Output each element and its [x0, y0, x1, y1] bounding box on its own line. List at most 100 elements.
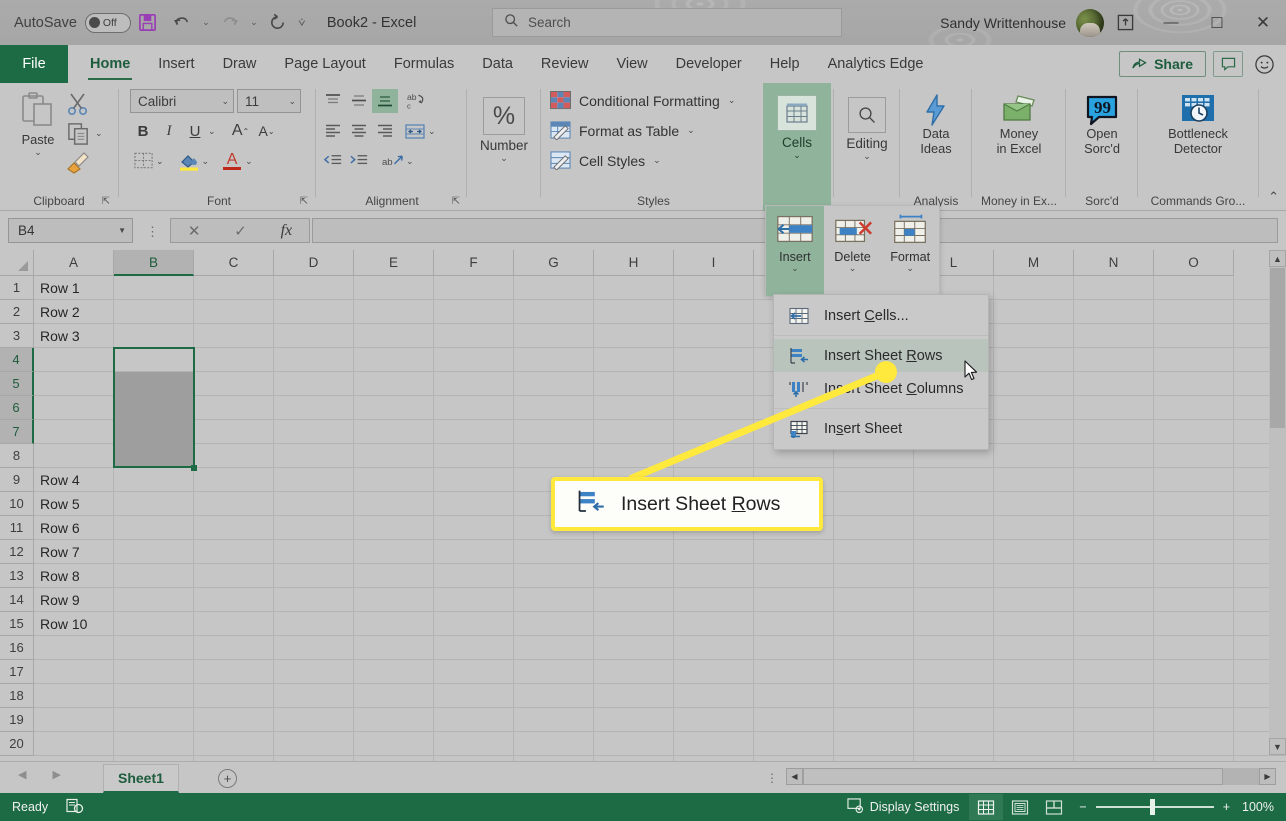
- collapse-ribbon-icon[interactable]: ⌃: [1268, 189, 1279, 205]
- fill-color-caret[interactable]: ⌄: [202, 156, 210, 166]
- row-header-15[interactable]: 15: [0, 612, 34, 636]
- conditional-formatting-button[interactable]: Conditional Formatting ⌄: [550, 91, 735, 110]
- align-bottom-icon[interactable]: [372, 89, 398, 113]
- wrap-text-icon[interactable]: ab: [380, 149, 406, 173]
- open-sorcd-button[interactable]: 99 Open Sorc'd: [1072, 93, 1132, 156]
- format-caret[interactable]: ⌄: [906, 264, 914, 273]
- vertical-scrollbar[interactable]: ▲ ▼: [1269, 250, 1286, 755]
- ribbon-display-options-icon[interactable]: [1102, 0, 1148, 45]
- wrap-text-caret[interactable]: ⌄: [406, 156, 414, 166]
- refresh-icon[interactable]: [261, 6, 295, 40]
- row-header-17[interactable]: 17: [0, 660, 34, 684]
- cell-A14[interactable]: Row 10: [34, 612, 87, 636]
- maximize-button[interactable]: ☐: [1194, 0, 1240, 45]
- grow-font-button[interactable]: A ⌃: [228, 119, 254, 143]
- row-header-12[interactable]: 12: [0, 540, 34, 564]
- align-top-icon[interactable]: [320, 89, 346, 113]
- row-header-16[interactable]: 16: [0, 636, 34, 660]
- font-dialog-launcher[interactable]: ⇱: [300, 196, 308, 207]
- conditional-formatting-caret[interactable]: ⌄: [728, 96, 736, 105]
- font-name-caret[interactable]: ⌄: [221, 96, 229, 106]
- tab-data[interactable]: Data: [468, 45, 527, 83]
- tab-developer[interactable]: Developer: [662, 45, 756, 83]
- enter-checkmark-icon[interactable]: ✓: [234, 222, 247, 240]
- horizontal-scrollbar[interactable]: ◀ ▶: [786, 768, 1276, 785]
- cell-A9[interactable]: Row 5: [34, 492, 80, 516]
- cell-A1[interactable]: Row 1: [34, 276, 80, 300]
- cell-A13[interactable]: Row 9: [34, 588, 80, 612]
- redo-icon[interactable]: [213, 6, 247, 40]
- menu-item-insert-sheet[interactable]: Insert Sheet: [774, 412, 988, 445]
- row-header-5[interactable]: 5: [0, 372, 34, 396]
- share-button[interactable]: Share: [1119, 51, 1206, 77]
- merge-caret[interactable]: ⌄: [428, 126, 436, 136]
- zoom-level[interactable]: 100%: [1238, 800, 1286, 814]
- font-size-combo[interactable]: 11 ⌄: [237, 89, 301, 113]
- align-left-icon[interactable]: [320, 119, 346, 143]
- font-size-caret[interactable]: ⌄: [288, 96, 296, 106]
- row-header-8[interactable]: 8: [0, 444, 34, 468]
- column-header-F[interactable]: F: [434, 250, 514, 276]
- row-header-11[interactable]: 11: [0, 516, 34, 540]
- undo-icon[interactable]: [165, 6, 199, 40]
- vertical-scroll-thumb[interactable]: [1270, 268, 1285, 428]
- copy-dropdown-caret[interactable]: ⌄: [95, 129, 103, 138]
- insert-split-button[interactable]: Insert ⌄: [766, 206, 824, 296]
- autosave-toggle[interactable]: Off: [84, 12, 131, 33]
- column-header-M[interactable]: M: [994, 250, 1074, 276]
- menu-item-insert-sheet-columns[interactable]: Insert Sheet Columns: [774, 372, 988, 405]
- row-header-1[interactable]: 1: [0, 276, 34, 300]
- delete-split-button[interactable]: Delete ⌄: [824, 206, 882, 296]
- format-painter-button[interactable]: [64, 149, 92, 180]
- underline-button[interactable]: U: [182, 119, 208, 143]
- row-header-6[interactable]: 6: [0, 396, 34, 420]
- format-split-button[interactable]: Format ⌄: [881, 206, 939, 296]
- column-header-D[interactable]: D: [274, 250, 354, 276]
- align-middle-icon[interactable]: [346, 89, 372, 113]
- page-break-view-icon[interactable]: [1037, 794, 1071, 820]
- row-header-7[interactable]: 7: [0, 420, 34, 444]
- tab-insert[interactable]: Insert: [144, 45, 208, 83]
- smiley-face-icon[interactable]: [1250, 50, 1278, 78]
- tab-formulas[interactable]: Formulas: [380, 45, 468, 83]
- paste-button[interactable]: Paste ⌄: [10, 91, 66, 157]
- number-dropdown-caret[interactable]: ⌄: [500, 153, 508, 163]
- select-all-corner[interactable]: [0, 250, 34, 276]
- menu-item-insert-sheet-rows[interactable]: Insert Sheet Rows: [774, 339, 988, 372]
- column-header-H[interactable]: H: [594, 250, 674, 276]
- zoom-slider[interactable]: − +: [1071, 799, 1238, 815]
- display-settings-button[interactable]: Display Settings: [837, 793, 970, 821]
- formula-bar-grip[interactable]: ⋮: [146, 224, 159, 240]
- cut-button[interactable]: [66, 91, 92, 122]
- minimize-button[interactable]: —: [1148, 0, 1194, 45]
- save-icon[interactable]: [131, 6, 165, 40]
- tab-view[interactable]: View: [602, 45, 661, 83]
- insert-caret[interactable]: ⌄: [791, 264, 799, 273]
- scroll-right-arrow[interactable]: ▶: [1259, 768, 1276, 785]
- editing-button[interactable]: Editing ⌄: [840, 97, 894, 161]
- merge-and-center-icon[interactable]: [402, 119, 428, 143]
- horizontal-scroll-thumb[interactable]: [803, 768, 1223, 785]
- close-button[interactable]: ✕: [1240, 0, 1286, 45]
- font-color-caret[interactable]: ⌄: [245, 156, 253, 166]
- column-header-C[interactable]: C: [194, 250, 274, 276]
- sheet-bar-grip[interactable]: ⋮: [766, 771, 778, 785]
- money-in-excel-button[interactable]: Money in Excel: [981, 93, 1057, 156]
- column-header-B[interactable]: B: [114, 250, 194, 276]
- horizontal-scroll-track[interactable]: [803, 768, 1259, 785]
- fill-color-button[interactable]: [176, 149, 202, 173]
- scroll-up-arrow[interactable]: ▲: [1269, 250, 1286, 267]
- cell-A11[interactable]: Row 7: [34, 540, 80, 564]
- cell-A3[interactable]: Row 3: [34, 324, 80, 348]
- shrink-font-button[interactable]: A ⌄: [254, 119, 280, 143]
- macro-record-icon[interactable]: [66, 798, 84, 817]
- zoom-thumb[interactable]: [1149, 799, 1155, 815]
- customize-quick-access-icon[interactable]: ⩒: [295, 15, 309, 30]
- ribbon-group-cells[interactable]: Cells ⌄: [763, 83, 831, 211]
- font-name-combo[interactable]: Calibri ⌄: [130, 89, 234, 113]
- search-box[interactable]: Search: [492, 8, 842, 37]
- italic-button[interactable]: I: [156, 119, 182, 143]
- zoom-out-button[interactable]: −: [1079, 800, 1086, 814]
- scroll-down-arrow[interactable]: ▼: [1269, 738, 1286, 755]
- paste-dropdown-caret[interactable]: ⌄: [34, 147, 42, 157]
